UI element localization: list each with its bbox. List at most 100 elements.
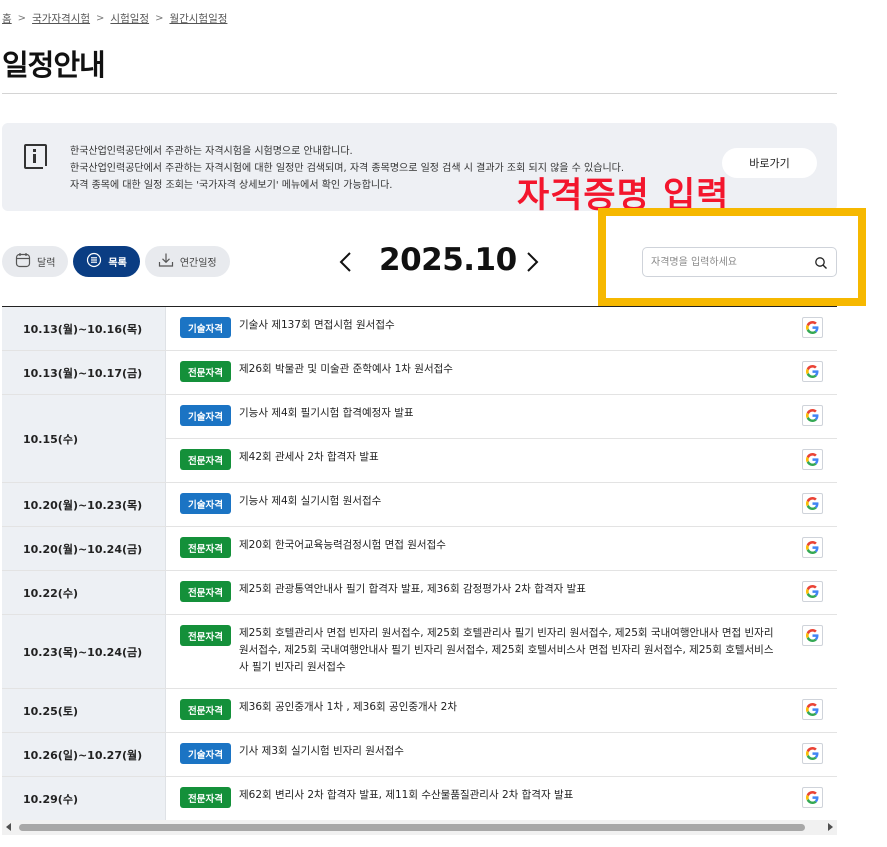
schedule-date: 10.15(수) <box>2 395 166 482</box>
schedule-event: 전문자격 제25회 관광통역안내사 필기 합격자 발표, 제36회 감정평가사 2… <box>166 571 837 614</box>
event-title: 기술사 제137회 면접시험 원서접수 <box>239 319 395 331</box>
professional-qualification-badge: 전문자격 <box>180 699 231 720</box>
add-to-google-calendar-button[interactable] <box>802 625 823 646</box>
horizontal-scrollbar[interactable] <box>2 820 837 835</box>
tab-label: 연간일정 <box>179 258 217 269</box>
calendar-icon <box>15 252 31 271</box>
scroll-left-icon[interactable] <box>6 823 11 831</box>
event-title: 제25회 관광통역안내사 필기 합격자 발표, 제36회 감정평가사 2차 합격… <box>239 583 586 595</box>
add-to-google-calendar-button[interactable] <box>802 361 823 382</box>
google-icon <box>806 497 819 510</box>
google-icon <box>806 409 819 422</box>
tab-list[interactable]: 목록 <box>73 246 140 277</box>
notice-line: 한국산업인력공단에서 주관하는 자격시험을 시험명으로 안내합니다. <box>70 146 353 157</box>
breadcrumb-home[interactable]: 홈 <box>2 11 12 26</box>
search-button[interactable] <box>814 256 828 270</box>
schedule-row: 10.20(월)~10.23(목) 기술자격 기능사 제4회 실기시험 원서접수 <box>2 483 837 527</box>
chevron-right-icon <box>527 252 539 272</box>
google-icon <box>806 365 819 378</box>
technical-qualification-badge: 기술자격 <box>180 317 231 338</box>
schedule-row: 10.22(수) 전문자격 제25회 관광통역안내사 필기 합격자 발표, 제36회… <box>2 571 837 615</box>
event-title: 제20회 한국어교육능력검정시험 면접 원서접수 <box>239 539 446 551</box>
schedule-event: 전문자격 제36회 공인중개사 1차 , 제36회 공인중개사 2차 <box>166 689 837 732</box>
professional-qualification-badge: 전문자격 <box>180 361 231 382</box>
scrollbar-thumb[interactable] <box>19 824 805 831</box>
event-title: 제36회 공인중개사 1차 , 제36회 공인중개사 2차 <box>239 701 458 713</box>
google-icon <box>806 321 819 334</box>
search-icon <box>815 257 827 269</box>
shortcut-button[interactable]: 바로가기 <box>722 148 817 178</box>
google-icon <box>806 453 819 466</box>
schedule-date: 10.13(월)~10.17(금) <box>2 351 166 394</box>
professional-qualification-badge: 전문자격 <box>180 625 231 646</box>
add-to-google-calendar-button[interactable] <box>802 787 823 808</box>
view-tabs: 달력 목록 연간일정 <box>2 246 230 277</box>
schedule-row: 10.13(월)~10.16(목) 기술자격 기술사 제137회 면접시험 원서접수 <box>2 307 837 351</box>
schedule-date: 10.29(수) <box>2 777 166 820</box>
event-title: 기사 제3회 실기시험 빈자리 원서접수 <box>239 745 404 757</box>
tab-calendar[interactable]: 달력 <box>2 246 69 277</box>
schedule-date: 10.25(토) <box>2 689 166 732</box>
professional-qualification-badge: 전문자격 <box>180 449 231 470</box>
event-title: 기능사 제4회 실기시험 원서접수 <box>239 495 382 507</box>
download-icon <box>158 252 174 271</box>
breadcrumb-national-exam[interactable]: 국가자격시험 <box>32 11 90 26</box>
schedule-row: 10.23(목)~10.24(금) 전문자격 제25회 호텔관리사 면접 빈자리 원… <box>2 615 837 689</box>
tab-annual-schedule[interactable]: 연간일정 <box>144 246 230 277</box>
add-to-google-calendar-button[interactable] <box>802 537 823 558</box>
schedule-date: 10.13(월)~10.16(목) <box>2 307 166 350</box>
schedule-date: 10.22(수) <box>2 571 166 614</box>
info-icon <box>24 144 47 170</box>
scroll-right-icon[interactable] <box>828 823 833 831</box>
add-to-google-calendar-button[interactable] <box>802 493 823 514</box>
tab-label: 달력 <box>37 258 56 269</box>
schedule-row: 10.26(일)~10.27(월) 기술자격 기사 제3회 실기시험 빈자리 원서접… <box>2 733 837 777</box>
schedule-event: 기술자격 기술사 제137회 면접시험 원서접수 <box>166 307 837 350</box>
google-icon <box>806 747 819 760</box>
chevron-right-icon: > <box>17 13 27 24</box>
add-to-google-calendar-button[interactable] <box>802 581 823 602</box>
schedule-events: 기술자격 기술사 제137회 면접시험 원서접수 <box>166 307 837 350</box>
schedule-events: 기술자격 기능사 제4회 실기시험 원서접수 <box>166 483 837 526</box>
schedule-row: 10.13(월)~10.17(금) 전문자격 제26회 박물관 및 미술관 준학예사… <box>2 351 837 395</box>
tab-label: 목록 <box>108 258 127 269</box>
schedule-event: 기술자격 기사 제3회 실기시험 빈자리 원서접수 <box>166 733 837 776</box>
google-icon <box>806 541 819 554</box>
professional-qualification-badge: 전문자격 <box>180 787 231 808</box>
search-input[interactable] <box>651 253 801 271</box>
add-to-google-calendar-button[interactable] <box>802 699 823 720</box>
schedule-event: 기술자격 기능사 제4회 실기시험 원서접수 <box>166 483 837 526</box>
breadcrumb-monthly-schedule[interactable]: 월간시험일정 <box>169 11 227 26</box>
search-box <box>642 247 837 277</box>
google-icon <box>806 791 819 804</box>
schedule-events: 기술자격 기능사 제4회 필기시험 합격예정자 발표 전문자격 제42회 관세사 2차… <box>166 395 837 482</box>
professional-qualification-badge: 전문자격 <box>180 581 231 602</box>
schedule-event: 기술자격 기능사 제4회 필기시험 합격예정자 발표 <box>166 395 837 439</box>
breadcrumb-exam-schedule[interactable]: 시험일정 <box>110 11 149 26</box>
schedule-date: 10.26(일)~10.27(월) <box>2 733 166 776</box>
month-navigator: 2025.10 <box>336 242 546 282</box>
event-title: 제26회 박물관 및 미술관 준학예사 1차 원서접수 <box>239 363 453 375</box>
schedule-event: 전문자격 제62회 변리사 2차 합격자 발표, 제11회 수산물품질관리사 2차… <box>166 777 837 820</box>
technical-qualification-badge: 기술자격 <box>180 743 231 764</box>
schedule-events: 전문자격 제25회 호텔관리사 면접 빈자리 원서접수, 제25회 호텔관리사 필… <box>166 615 837 688</box>
add-to-google-calendar-button[interactable] <box>802 743 823 764</box>
schedule-row: 10.29(수) 전문자격 제62회 변리사 2차 합격자 발표, 제11회 수산물… <box>2 777 837 821</box>
event-title: 기능사 제4회 필기시험 합격예정자 발표 <box>239 407 414 419</box>
add-to-google-calendar-button[interactable] <box>802 317 823 338</box>
prev-month-button[interactable] <box>336 250 356 274</box>
schedule-events: 전문자격 제25회 관광통역안내사 필기 합격자 발표, 제36회 감정평가사 2… <box>166 571 837 614</box>
event-title: 제25회 호텔관리사 면접 빈자리 원서접수, 제25회 호텔관리사 필기 빈자… <box>239 627 774 673</box>
schedule-list: 10.13(월)~10.16(목) 기술자격 기술사 제137회 면접시험 원서접수… <box>2 306 837 821</box>
schedule-events: 전문자격 제36회 공인중개사 1차 , 제36회 공인중개사 2차 <box>166 689 837 732</box>
professional-qualification-badge: 전문자격 <box>180 537 231 558</box>
divider <box>2 93 837 94</box>
schedule-row: 10.25(토) 전문자격 제36회 공인중개사 1차 , 제36회 공인중개사 2… <box>2 689 837 733</box>
schedule-row: 10.15(수) 기술자격 기능사 제4회 필기시험 합격예정자 발표 전문자격 제42… <box>2 395 837 483</box>
next-month-button[interactable] <box>522 250 542 274</box>
add-to-google-calendar-button[interactable] <box>802 449 823 470</box>
schedule-events: 기술자격 기사 제3회 실기시험 빈자리 원서접수 <box>166 733 837 776</box>
page-title: 일정안내 <box>2 48 106 82</box>
chevron-right-icon: > <box>96 13 105 24</box>
add-to-google-calendar-button[interactable] <box>802 405 823 426</box>
